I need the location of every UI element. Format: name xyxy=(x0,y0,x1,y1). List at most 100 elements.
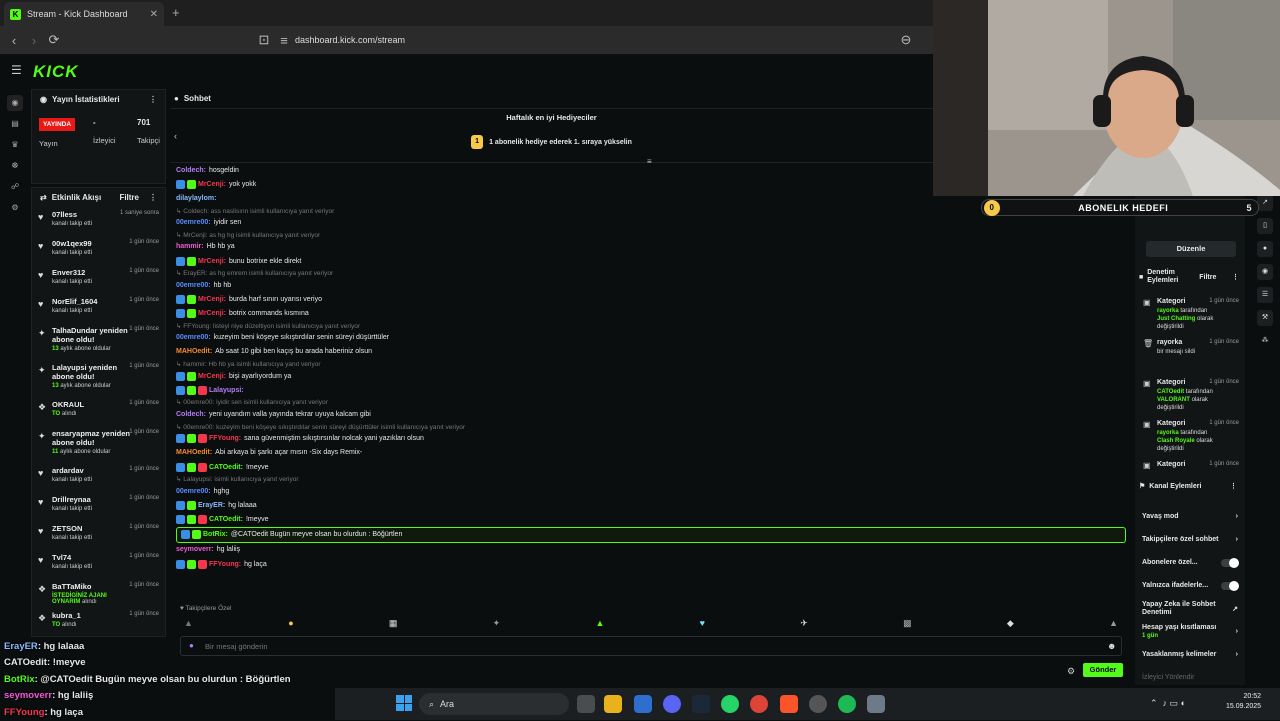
list-item[interactable]: ✦ ensaryapmaz yeniden abone oldu! 11 aylık… xyxy=(32,425,165,462)
new-tab-icon[interactable]: + xyxy=(172,5,180,20)
brave-icon[interactable] xyxy=(780,695,798,713)
windows-start-icon[interactable] xyxy=(396,695,412,711)
emote-icon[interactable]: ◆ xyxy=(1007,618,1014,632)
taskbar-search[interactable]: ⌕ Ara xyxy=(419,693,569,715)
site-settings-icon[interactable]: ≡ xyxy=(274,33,294,48)
chevron-right-icon[interactable]: › xyxy=(1236,536,1238,543)
chat-username[interactable]: MrCenji: xyxy=(198,181,226,188)
file-explorer-icon[interactable] xyxy=(604,695,622,713)
chat-message[interactable]: 00emre00: kuzeyim beni köşeye sıkıştırdıl… xyxy=(176,331,1126,345)
chat-username[interactable]: 00emre00: xyxy=(176,488,211,495)
chrome-icon[interactable] xyxy=(750,695,768,713)
chat-username[interactable]: Coldech: xyxy=(176,411,206,418)
close-tab-icon[interactable]: ✕ xyxy=(150,9,158,20)
emote-icon[interactable]: ♥ xyxy=(700,618,705,632)
users-icon[interactable]: ☍ xyxy=(7,179,23,195)
emote-icon[interactable]: ▲ xyxy=(1109,618,1118,632)
edit-button[interactable]: Düzenle xyxy=(1146,241,1236,257)
mod-action-item[interactable]: ▣ Kategori 1 gün önce xyxy=(1139,457,1243,472)
chat-username[interactable]: ErayER: xyxy=(198,502,225,509)
chevron-right-icon[interactable]: › xyxy=(1236,628,1238,635)
chat-username[interactable]: dilaylaylom: xyxy=(176,195,216,202)
app-icon[interactable] xyxy=(634,695,652,713)
list-item[interactable]: ✦ TalhaDundar yeniden abone oldu! 13 aylık… xyxy=(32,322,165,359)
mod-action-item[interactable]: ▣ Kategori rayorka tarafından Clash Royale… xyxy=(1139,416,1243,457)
discord-icon[interactable] xyxy=(663,695,681,713)
chat-message[interactable]: 00emre00: iyidir sen xyxy=(176,216,1126,230)
chat-message[interactable]: 00emre00: hb hb xyxy=(176,278,1126,292)
task-view-icon[interactable] xyxy=(577,695,595,713)
obs-icon[interactable] xyxy=(809,695,827,713)
list-item[interactable]: ♥ Tvl74 kanalı takip etti 1 gün önce xyxy=(32,549,165,578)
chat-username[interactable]: 00emre00: xyxy=(176,219,211,226)
list-item[interactable]: ✦ Lalayupsi yeniden abone oldu! 13 aylık a… xyxy=(32,359,165,396)
taskbar-clock[interactable]: 20:52 15.09.2025 xyxy=(1226,692,1261,712)
chat-username[interactable]: Lalayupsi: xyxy=(209,387,244,394)
more-icon[interactable]: ⋮ xyxy=(149,95,157,104)
channel-action[interactable]: Yalnızca ifadelerle... xyxy=(1136,574,1244,597)
chat-username[interactable]: FFYoung: xyxy=(209,435,241,442)
content-icon[interactable]: ▤ xyxy=(7,116,23,132)
mod-action-item[interactable]: 🗑 rayorka bir mesajı sildi 1 gün önce xyxy=(1139,335,1243,375)
chat-username[interactable]: Coldech: xyxy=(176,167,206,174)
tools-icon[interactable]: ⚒ xyxy=(1257,310,1273,326)
list-item[interactable]: ♥ Enver312 kanalı takip etti 1 gün önce xyxy=(32,264,165,293)
chat-message[interactable]: seymoverr: hg laliiş xyxy=(176,543,1126,557)
more-icon[interactable]: ⋮ xyxy=(1230,482,1237,490)
chat-username[interactable]: BotRix: xyxy=(203,531,228,538)
external-link-icon[interactable]: ↗ xyxy=(1232,605,1238,613)
list-item[interactable]: ♥ Drillreynaa kanalı takip etti 1 gün önce xyxy=(32,491,165,520)
emoji-icon[interactable]: ☻ xyxy=(1107,641,1116,651)
stack-icon[interactable]: ☰ xyxy=(1257,287,1273,303)
browser-tab[interactable]: K Stream - Kick Dashboard ✕ xyxy=(4,2,164,26)
chat-message[interactable]: BotRix: @CATOedit Bugün meyve olsan bu ol… xyxy=(176,526,1126,543)
whatsapp-icon[interactable] xyxy=(721,695,739,713)
settings-app-icon[interactable] xyxy=(867,695,885,713)
send-button[interactable]: Gönder xyxy=(1083,663,1123,677)
apps-icon[interactable]: ⁂ xyxy=(1257,333,1273,349)
emote-icon[interactable]: ▲ xyxy=(595,618,604,632)
chat-username[interactable]: MrCenji: xyxy=(198,373,226,380)
bookmark-icon[interactable]: ⊡ xyxy=(254,32,274,48)
kick-logo[interactable]: KICK xyxy=(33,62,79,82)
forward-icon[interactable]: › xyxy=(24,33,44,48)
chat-username[interactable]: MAHOedit: xyxy=(176,348,212,355)
chat-username[interactable]: MrCenji: xyxy=(198,296,226,303)
more-icon[interactable]: ⋮ xyxy=(1232,273,1239,281)
emote-icon[interactable]: ● xyxy=(288,618,293,632)
url-text[interactable]: dashboard.kick.com/stream xyxy=(295,35,405,45)
list-item[interactable]: ❖ OKRAUL TO alındı 1 gün önce xyxy=(32,396,165,425)
chat-bubble-icon[interactable]: ● xyxy=(1257,241,1273,257)
chat-message[interactable]: 00emre00: hghg xyxy=(176,484,1126,498)
chat-username[interactable]: MAHOedit: xyxy=(176,449,212,456)
emote-icon[interactable]: ✈ xyxy=(800,618,808,632)
external-icon[interactable]: ↗ xyxy=(1257,195,1273,211)
channel-action[interactable]: Yavaş mod › xyxy=(1136,505,1244,528)
channel-action[interactable]: Hesap yaşı kısıtlaması 1 gün › xyxy=(1136,620,1244,643)
channel-action[interactable]: Yasaklanmış kelimeler › xyxy=(1136,643,1244,666)
chat-username[interactable]: CATOedit: xyxy=(209,516,243,523)
chat-username[interactable]: 00emre00: xyxy=(176,334,211,341)
chevron-right-icon[interactable]: › xyxy=(1236,513,1238,520)
chat-message[interactable]: MrCenji: burda harf sınırı uyarısı veriyo xyxy=(176,292,1126,306)
settings-icon[interactable]: ⚙ xyxy=(7,200,23,216)
chat-message[interactable]: ErayER: hg lalaaa xyxy=(176,498,1126,512)
list-item[interactable]: ♥ 00w1qex99 kanalı takip etti 1 gün önce xyxy=(32,235,165,264)
chat-message[interactable]: MAHOedit: Ab saat 10 gibi ben kaçış bu ar… xyxy=(176,345,1126,359)
emote-icon[interactable]: ▦ xyxy=(389,618,398,632)
chat-message[interactable]: MrCenji: bunu botrixe ekle direkt xyxy=(176,254,1126,268)
trophy-icon[interactable]: ♛ xyxy=(7,137,23,153)
chat-message[interactable]: MrCenji: bişi ayarlıyordum ya xyxy=(176,369,1126,383)
community-icon[interactable]: ☸ xyxy=(7,158,23,174)
broadcast-icon[interactable]: ◉ xyxy=(1257,264,1273,280)
chat-username[interactable]: CATOedit: xyxy=(209,464,243,471)
chevron-right-icon[interactable]: › xyxy=(1236,651,1238,658)
list-item[interactable]: ❖ kubra_1 TO alındı 1 gün önce xyxy=(32,607,165,636)
menu-icon[interactable]: ☰ xyxy=(11,63,22,77)
list-item[interactable]: ♥ NorElif_1604 kanalı takip etti 1 gün önce xyxy=(32,293,165,322)
chat-message[interactable]: MrCenji: botrix commands kısmına xyxy=(176,307,1126,321)
chat-message[interactable]: Lalayupsi: xyxy=(176,383,1126,397)
channel-action[interactable]: Yapay Zeka ile Sohbet Denetimi ↗ xyxy=(1136,597,1244,620)
reload-icon[interactable]: ⟳ xyxy=(44,32,64,48)
spotify-icon[interactable] xyxy=(838,695,856,713)
